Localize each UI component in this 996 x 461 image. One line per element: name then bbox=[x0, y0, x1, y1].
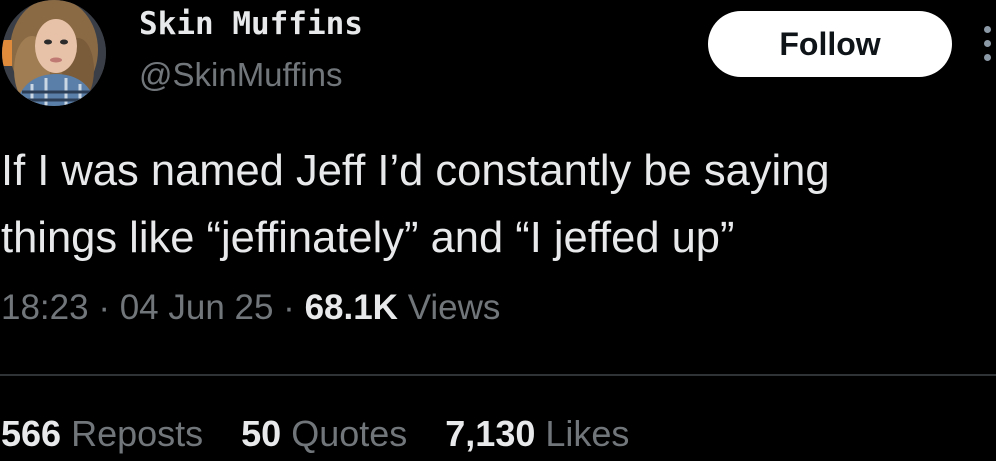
avatar-image bbox=[2, 0, 106, 106]
engagement-stats: 566 Reposts 50 Quotes 7,130 Likes bbox=[1, 413, 667, 455]
reposts-count: 566 bbox=[1, 413, 62, 454]
reposts-stat[interactable]: 566 Reposts bbox=[1, 413, 203, 455]
meta-separator: · bbox=[273, 288, 305, 327]
views-label: Views bbox=[397, 288, 501, 327]
author-display-name[interactable]: Skin Muffins bbox=[139, 6, 363, 42]
reposts-label: Reposts bbox=[61, 413, 204, 454]
avatar[interactable] bbox=[2, 0, 106, 106]
quotes-label: Quotes bbox=[281, 413, 408, 454]
more-dot bbox=[984, 54, 991, 61]
tweet-meta: 18:23 · 04 Jun 25 · 68.1K Views bbox=[1, 288, 500, 328]
tweet-date[interactable]: 04 Jun 25 bbox=[120, 288, 274, 327]
quotes-stat[interactable]: 50 Quotes bbox=[241, 413, 407, 455]
likes-count: 7,130 bbox=[445, 413, 536, 454]
more-dot bbox=[984, 40, 991, 47]
likes-label: Likes bbox=[535, 413, 630, 454]
tweet-time[interactable]: 18:23 bbox=[1, 288, 89, 327]
quotes-count: 50 bbox=[241, 413, 282, 454]
more-vertical-icon[interactable] bbox=[984, 26, 996, 66]
meta-separator: · bbox=[88, 288, 120, 327]
author-handle[interactable]: @SkinMuffins bbox=[139, 56, 342, 94]
divider bbox=[0, 374, 996, 376]
tweet-text: If I was named Jeff I’d constantly be sa… bbox=[1, 147, 830, 262]
more-dot bbox=[984, 26, 991, 33]
follow-button[interactable]: Follow bbox=[708, 11, 952, 77]
views-count: 68.1K bbox=[304, 288, 398, 327]
likes-stat[interactable]: 7,130 Likes bbox=[445, 413, 629, 455]
